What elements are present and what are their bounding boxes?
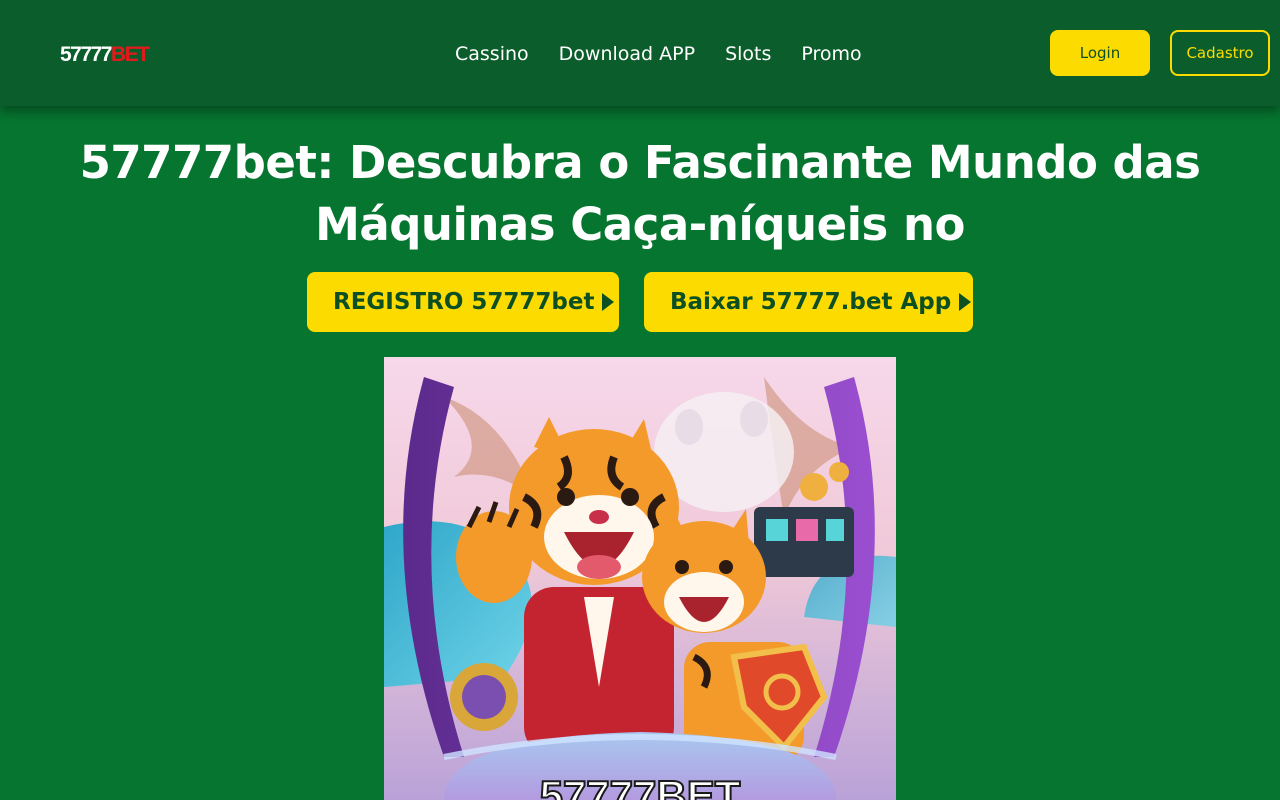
download-app-cta-label: Baixar 57777.bet App [670, 289, 952, 315]
register-cta-button[interactable]: REGISTRO 57777bet [307, 272, 619, 332]
cadastro-button[interactable]: Cadastro [1170, 30, 1270, 76]
download-app-cta-button[interactable]: Baixar 57777.bet App [644, 272, 973, 332]
top-navigation-bar: 57777BET Cassino Download APP Slots Prom… [0, 0, 1280, 106]
nav-item-download-app[interactable]: Download APP [559, 41, 695, 67]
main-nav: Cassino Download APP Slots Promo [455, 41, 862, 67]
hero-banner-image: 57777BET [384, 357, 896, 800]
logo-number: 57777 [60, 43, 112, 66]
play-arrow-icon [602, 293, 615, 311]
play-arrow-icon [959, 293, 972, 311]
site-logo[interactable]: 57777BET [60, 43, 150, 67]
nav-item-slots[interactable]: Slots [725, 41, 771, 67]
nav-item-promo[interactable]: Promo [801, 41, 861, 67]
login-button[interactable]: Login [1050, 30, 1150, 76]
logo-suffix: BET [110, 43, 150, 66]
nav-item-cassino[interactable]: Cassino [455, 41, 529, 67]
banner-logo-text: 57777BET [540, 772, 741, 800]
banner-slot-machine [754, 507, 854, 577]
page-title: 57777bet: Descubra o Fascinante Mundo da… [79, 136, 1201, 251]
register-cta-label: REGISTRO 57777bet [333, 289, 595, 315]
